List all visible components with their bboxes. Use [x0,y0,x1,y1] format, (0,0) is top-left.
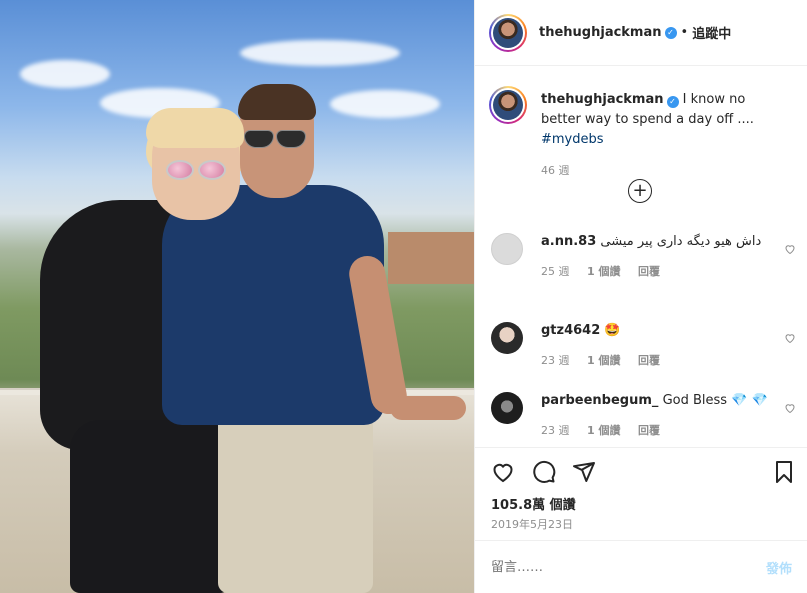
comment-username[interactable]: gtz4642 [541,323,600,338]
avatar[interactable] [489,13,527,52]
paper-plane-icon[interactable] [572,460,596,484]
comment-likes[interactable]: 1 個讚 [587,265,620,278]
add-comment-bar: 發佈 [475,540,807,593]
comment-avatar[interactable] [491,322,523,354]
heart-icon[interactable] [784,332,796,344]
post-date[interactable]: 2019年5月23日 [491,516,573,532]
likes-count[interactable]: 105.8萬 個讚 [491,494,576,513]
comment-input[interactable] [491,559,766,575]
woman-hair-top [146,108,244,148]
comment-icon[interactable] [532,460,556,484]
header-username[interactable]: thehughjackman [539,25,662,40]
man-hand [390,396,466,420]
comment-text: 🤩 [604,323,621,338]
comment-text: داش هیو دیگه داری پیر میشی [600,234,762,249]
comment-item: gtz4642 🤩 23 週 1 個讚 回覆 [491,322,796,370]
post-header: thehughjackman ✓ • 追蹤中 [475,0,807,66]
man-pants [218,405,373,593]
reply-button[interactable]: 回覆 [638,424,660,437]
separator: • [680,25,689,40]
reply-button[interactable]: 回覆 [638,354,660,367]
comment-likes[interactable]: 1 個讚 [587,354,620,367]
caption-avatar[interactable] [489,86,527,124]
cloud [330,90,440,118]
man-hair [238,84,316,120]
heart-icon[interactable] [784,243,796,255]
verified-badge-icon: ✓ [664,26,677,39]
comment-username[interactable]: a.nn.83 [541,234,596,249]
action-bar: 105.8萬 個讚 2019年5月23日 [475,447,807,541]
bookmark-icon[interactable] [772,460,796,484]
caption: thehughjackman ✓ I know no better way to … [489,86,789,178]
comment-text: God Bless 💎 💎 [662,393,768,408]
comment-avatar[interactable] [491,392,523,424]
comment-avatar[interactable] [491,233,523,265]
hashtag-link[interactable]: #mydebs [541,132,604,147]
caption-username[interactable]: thehughjackman [541,92,664,107]
comment-username[interactable]: parbeenbegum_ [541,393,658,408]
reply-button[interactable]: 回覆 [638,265,660,278]
comment-likes[interactable]: 1 個讚 [587,424,620,437]
man-sunglasses [244,130,312,150]
comment-time[interactable]: 23 週 [541,354,570,367]
comment-time[interactable]: 23 週 [541,424,570,437]
post-sidebar: thehughjackman ✓ • 追蹤中 thehughjackman ✓ I… [474,0,807,593]
comment-item: a.nn.83 داش هیو دیگه داری پیر میشی 25 週 … [491,233,796,281]
verified-badge-icon: ✓ [666,96,679,108]
comment-item: parbeenbegum_ God Bless 💎 💎 23 週 1 個讚 回覆 [491,392,796,440]
plus-circle-icon[interactable]: + [628,179,652,203]
cloud [20,60,110,88]
woman-legs [70,420,230,593]
comment-time[interactable]: 25 週 [541,265,570,278]
building [388,232,474,284]
following-button[interactable]: 追蹤中 [692,23,731,42]
post-button[interactable]: 發佈 [766,558,792,577]
man-shirt [162,185,384,425]
post-photo[interactable] [0,0,474,593]
caption-time[interactable]: 46 週 [541,162,789,178]
woman-sunglasses [166,160,228,182]
cloud [240,40,400,66]
heart-icon[interactable] [784,402,796,414]
heart-icon[interactable] [491,460,515,484]
